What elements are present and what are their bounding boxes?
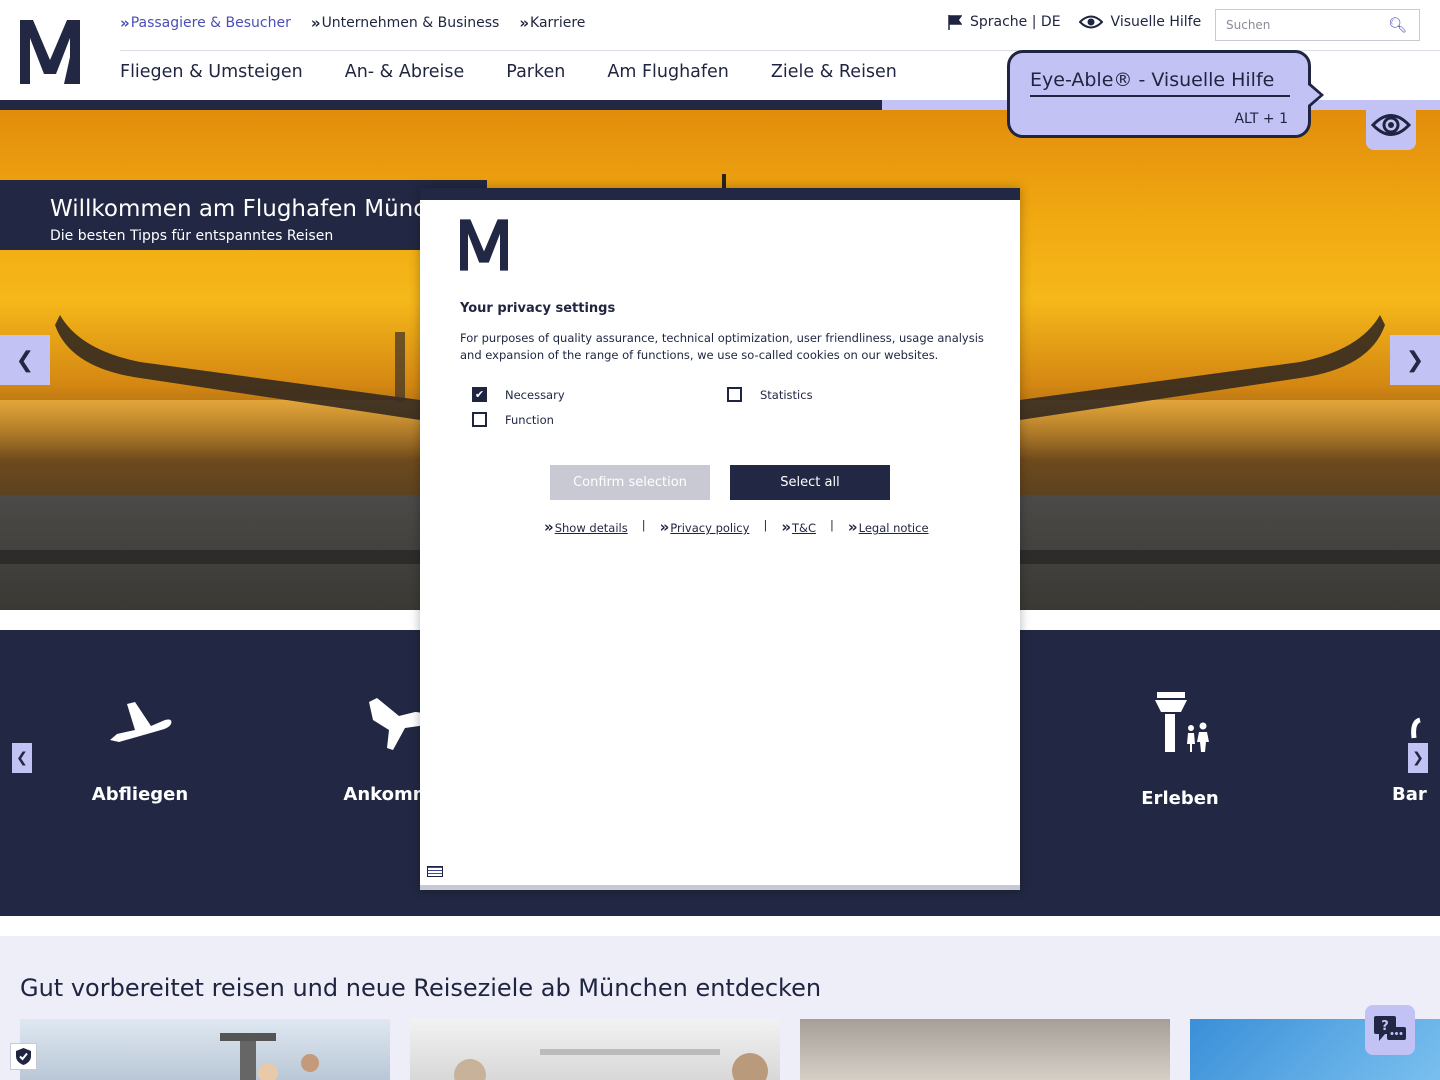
munich-airport-logo [460, 219, 508, 271]
checkbox-box [472, 412, 487, 427]
office-photo-image [454, 1049, 768, 1080]
search-input[interactable]: Suchen 🔍︎ [1215, 9, 1420, 41]
munich-airport-logo[interactable] [20, 20, 80, 84]
language-switcher[interactable]: Sprache | DE [948, 14, 1061, 30]
confirm-selection-button[interactable]: Confirm selection [550, 465, 710, 500]
teaser-section-title: Gut vorbereitet reisen und neue Reisezie… [20, 974, 822, 1002]
chevron-right-icon: » [847, 518, 858, 536]
chevron-right-icon: » [310, 14, 321, 32]
mainnav-flying[interactable]: Fliegen & Umsteigen [120, 62, 303, 82]
category-departure[interactable]: Abfliegen [40, 690, 240, 805]
eyeable-button[interactable] [1366, 100, 1416, 150]
privacy-settings-dialog: Your privacy settings For purposes of qu… [420, 188, 1020, 890]
privacy-description: For purposes of quality assurance, techn… [460, 331, 984, 362]
checkmark-icon: ✔ [472, 387, 487, 402]
category-prev-button[interactable]: ❮ [12, 743, 32, 773]
tooltip-pointer-fill [1307, 84, 1320, 106]
topnav-business[interactable]: » Unternehmen & Business [311, 14, 499, 32]
eyeable-shortcut: ALT + 1 [1234, 111, 1288, 127]
hero-subtitle: Die besten Tipps für entspanntes Reisen [50, 228, 334, 244]
teaser-tile-sky[interactable] [800, 1019, 1170, 1080]
category-bar[interactable]: Bar [1340, 690, 1440, 805]
chevron-right-icon: » [781, 518, 791, 536]
utility-links: Sprache | DE Visuelle Hilfe [948, 14, 1201, 30]
checkbox-function[interactable]: Function [472, 412, 554, 427]
category-experience[interactable]: Erleben [1080, 690, 1280, 809]
eyeable-title: Eye-Able® - Visuelle Hilfe [1030, 69, 1290, 97]
checkbox-box [727, 387, 742, 402]
chat-question-icon: ? [1374, 1016, 1406, 1041]
mainnav-parking[interactable]: Parken [506, 62, 565, 82]
eye-icon [1078, 15, 1103, 29]
hero-caption: Willkommen am Flughafen München Die best… [0, 180, 487, 250]
privacy-links: » Show details | » Privacy policy | » T&C |… [544, 518, 929, 536]
hero-next-button[interactable]: ❯ [1390, 335, 1440, 385]
chevron-right-icon: » [544, 518, 554, 536]
visual-help-link[interactable]: Visuelle Hilfe [1078, 14, 1201, 30]
privacy-policy-link[interactable]: » Privacy policy [660, 518, 750, 536]
teaser-tile-travel[interactable] [20, 1019, 390, 1080]
hero-prev-button[interactable]: ❮ [0, 335, 50, 385]
topnav-passengers[interactable]: » Passagiere & Besucher [120, 14, 291, 32]
privacy-shield-button[interactable] [10, 1043, 37, 1070]
topnav-career[interactable]: » Karriere [519, 14, 585, 32]
shield-check-icon [16, 1048, 31, 1065]
mainnav-at-airport[interactable]: Am Flughafen [607, 62, 729, 82]
checkbox-necessary[interactable]: ✔ Necessary [472, 387, 565, 402]
dialog-bottom-bar [420, 885, 1020, 890]
hero-title: Willkommen am Flughafen München [50, 196, 437, 222]
top-navigation: » Passagiere & Besucher » Unternehmen & Bu… [120, 14, 585, 32]
chat-button[interactable]: ? [1365, 1005, 1415, 1055]
legal-notice-link[interactable]: » Legal notice [848, 518, 929, 536]
terms-link[interactable]: » T&C [781, 518, 816, 536]
nav-underline [0, 100, 882, 110]
privacy-title: Your privacy settings [460, 301, 616, 316]
bar-icon [1411, 717, 1421, 739]
language-flag-icon[interactable] [427, 866, 443, 877]
teaser-tile-office[interactable] [410, 1019, 780, 1080]
departing-plane-icon [110, 702, 172, 742]
tower-photo-image [220, 1033, 319, 1080]
mainnav-arrival-departure[interactable]: An- & Abreise [345, 62, 465, 82]
flag-icon [948, 14, 962, 30]
mainnav-destinations[interactable]: Ziele & Reisen [771, 62, 897, 82]
eye-icon [1371, 114, 1411, 136]
chevron-right-icon: » [120, 14, 130, 32]
chevron-right-icon: » [519, 14, 529, 32]
search-icon[interactable]: 🔍︎ [1388, 16, 1407, 34]
eyeable-tooltip: Eye-Able® - Visuelle Hilfe ALT + 1 [1007, 50, 1324, 138]
show-details-link[interactable]: » Show details [544, 518, 628, 536]
main-navigation: Fliegen & Umsteigen An- & Abreise Parken… [120, 62, 897, 82]
checkbox-statistics[interactable]: Statistics [727, 387, 813, 402]
chevron-right-icon: » [659, 518, 670, 536]
select-all-button[interactable]: Select all [730, 465, 890, 500]
tower-family-icon [1155, 692, 1209, 752]
